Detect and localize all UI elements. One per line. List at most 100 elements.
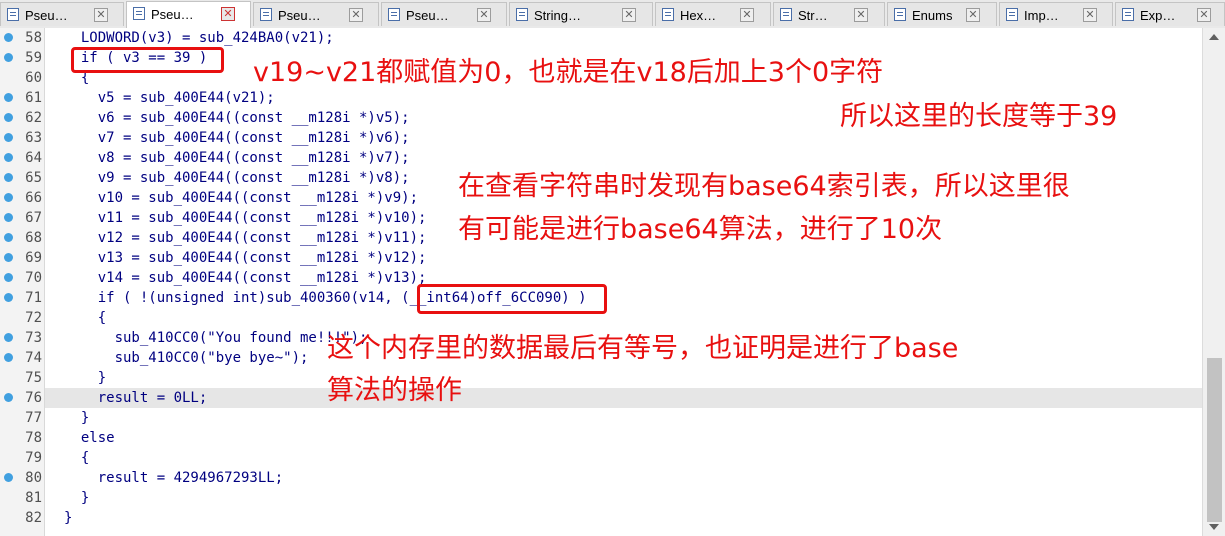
code-text[interactable]: v9 = sub_400E44((const __m128i *)v8); [64,170,410,186]
breakpoint-dot-icon[interactable] [4,113,13,122]
code-text[interactable]: v13 = sub_400E44((const __m128i *)v12); [64,250,427,266]
code-text[interactable]: } [64,490,89,506]
breakpoint-dot-icon[interactable] [4,213,13,222]
code-line[interactable] [0,448,1200,468]
line-number: 76 [25,390,42,406]
breakpoint-dot-icon[interactable] [4,473,13,482]
code-line[interactable] [0,368,1200,388]
line-number: 63 [25,130,42,146]
pseudocode-icon [7,8,19,21]
line-number: 59 [25,50,42,66]
close-icon[interactable]: ✕ [622,8,636,22]
tab-label: String… [534,8,581,23]
vertical-scrollbar[interactable] [1202,28,1225,536]
code-text[interactable]: v14 = sub_400E44((const __m128i *)v13); [64,270,427,286]
tab-pseudocode-3[interactable]: Pseu… ✕ [253,2,379,26]
code-line[interactable] [0,488,1200,508]
code-text[interactable]: { [64,310,106,326]
code-line[interactable] [0,408,1200,428]
tab-label: Pseu… [25,8,68,23]
breakpoint-dot-icon[interactable] [4,173,13,182]
annotation-box-length-check [71,47,224,73]
exports-icon [1122,8,1134,21]
code-text[interactable]: v10 = sub_400E44((const __m128i *)v9); [64,190,418,206]
breakpoint-dot-icon[interactable] [4,253,13,262]
code-text[interactable]: } [64,510,72,526]
pseudocode-icon [133,7,145,20]
tab-label: Pseu… [406,8,449,23]
breakpoint-dot-icon[interactable] [4,193,13,202]
pseudocode-icon [260,8,272,21]
code-line[interactable] [0,508,1200,528]
breakpoint-dot-icon[interactable] [4,273,13,282]
line-number: 70 [25,270,42,286]
line-number: 73 [25,330,42,346]
line-number: 71 [25,290,42,306]
strings-icon [516,8,528,21]
code-text[interactable]: result = 0LL; [64,390,208,406]
tab-imports[interactable]: Imp… ✕ [999,2,1113,26]
tab-bar: Pseu… ✕ Pseu… ✕ Pseu… ✕ Pseu… ✕ String… … [0,0,1225,29]
annotation-algorithm-note: 算法的操作 [327,375,462,406]
close-icon[interactable]: ✕ [349,8,363,22]
breakpoint-dot-icon[interactable] [4,33,13,42]
line-number: 78 [25,430,42,446]
scrollbar-thumb[interactable] [1207,358,1222,522]
close-icon[interactable]: ✕ [94,8,108,22]
close-icon[interactable]: ✕ [1197,8,1211,22]
breakpoint-dot-icon[interactable] [4,353,13,362]
tab-enums[interactable]: Enums ✕ [887,2,997,26]
annotation-box-base64-table [417,284,607,314]
code-text[interactable]: else [64,430,115,446]
tab-pseudocode-1[interactable]: Pseu… ✕ [0,2,124,26]
code-text[interactable]: v8 = sub_400E44((const __m128i *)v7); [64,150,410,166]
code-text[interactable]: v12 = sub_400E44((const __m128i *)v11); [64,230,427,246]
code-line[interactable] [45,388,1202,408]
tab-label: Pseu… [278,8,321,23]
line-number: 82 [25,510,42,526]
line-number: 79 [25,450,42,466]
annotation-equals-sign-note: 这个内存里的数据最后有等号，也证明是进行了base [327,333,959,364]
breakpoint-dot-icon[interactable] [4,93,13,102]
breakpoint-dot-icon[interactable] [4,333,13,342]
close-icon[interactable]: ✕ [740,8,754,22]
line-number: 74 [25,350,42,366]
close-icon[interactable]: ✕ [966,8,980,22]
close-icon[interactable]: ✕ [221,7,235,21]
code-text[interactable]: v7 = sub_400E44((const __m128i *)v6); [64,130,410,146]
breakpoint-dot-icon[interactable] [4,53,13,62]
tab-pseudocode-4[interactable]: Pseu… ✕ [381,2,507,26]
breakpoint-dot-icon[interactable] [4,393,13,402]
tab-pseudocode-2[interactable]: Pseu… ✕ [126,1,251,28]
breakpoint-dot-icon[interactable] [4,293,13,302]
line-number: 61 [25,90,42,106]
code-text[interactable]: sub_410CC0("bye bye~"); [64,350,309,366]
code-text[interactable]: v5 = sub_400E44(v21); [64,90,275,106]
line-number: 81 [25,490,42,506]
scroll-up-arrow-icon[interactable] [1209,34,1219,40]
code-text[interactable]: } [64,370,106,386]
breakpoint-dot-icon[interactable] [4,133,13,142]
annotation-base64-index-note: 在查看字符串时发现有base64索引表，所以这里很 [458,171,1070,202]
code-line[interactable] [0,428,1200,448]
close-icon[interactable]: ✕ [477,8,491,22]
code-text[interactable]: v11 = sub_400E44((const __m128i *)v10); [64,210,427,226]
tab-hex-view[interactable]: Hex… ✕ [655,2,771,26]
code-text[interactable]: { [64,450,89,466]
close-icon[interactable]: ✕ [1083,8,1097,22]
breakpoint-dot-icon[interactable] [4,153,13,162]
pseudocode-icon [388,8,400,21]
code-text[interactable]: result = 4294967293LL; [64,470,283,486]
annotation-padding-note: v19~v21都赋值为0，也就是在v18后加上3个0字符 [253,57,884,88]
code-text[interactable]: v6 = sub_400E44((const __m128i *)v5); [64,110,410,126]
close-icon[interactable]: ✕ [854,8,868,22]
code-text[interactable]: sub_410CC0("You found me!!!"); [64,330,368,346]
code-text[interactable]: } [64,410,89,426]
breakpoint-dot-icon[interactable] [4,233,13,242]
code-text[interactable]: LODWORD(v3) = sub_424BA0(v21); [64,30,334,46]
tab-structures[interactable]: Str… ✕ [773,2,885,26]
hex-icon [662,8,674,21]
tab-exports[interactable]: Exp… ✕ [1115,2,1225,26]
tab-strings[interactable]: String… ✕ [509,2,653,26]
scroll-down-arrow-icon[interactable] [1209,524,1219,530]
